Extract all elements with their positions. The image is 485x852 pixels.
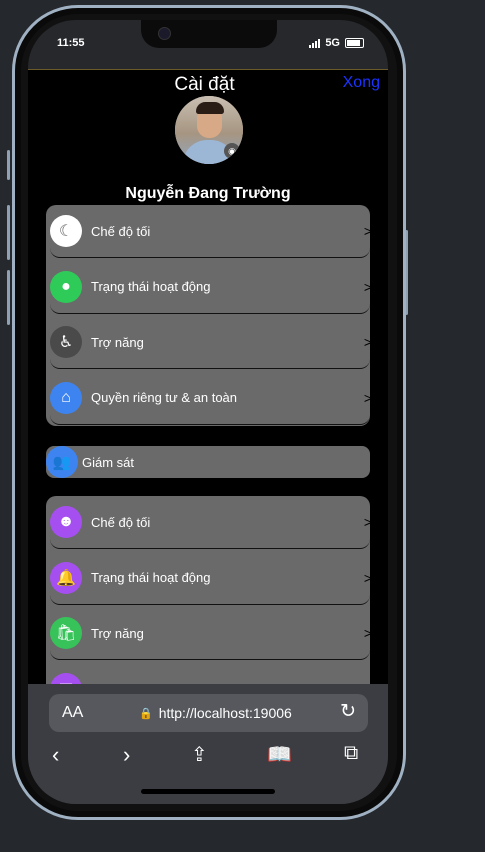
people-icon: 👥 bbox=[46, 446, 78, 478]
settings-item[interactable]: 🛍 Trợ năng > bbox=[50, 607, 372, 660]
tabs-icon[interactable]: ⧉ bbox=[344, 742, 358, 765]
settings-item-label: Chế độ tối bbox=[91, 223, 151, 239]
chevron-right-icon: > bbox=[363, 514, 372, 530]
settings-item[interactable]: ⌂ Quyền riêng tư & an toàn > bbox=[50, 372, 372, 425]
lock-icon: 🔒 bbox=[139, 707, 153, 720]
settings-screen: Cài đặt Xong ◉ Nguyễn Đang Trường ☾ Chế đ… bbox=[28, 69, 388, 685]
avatar[interactable]: ◉ bbox=[175, 96, 243, 164]
settings-item-label: Trợ năng bbox=[91, 625, 144, 641]
shopping-bag-icon: 🛍 bbox=[50, 617, 82, 649]
settings-group-2: ☻ Chế độ tối > 🔔 Trạng thái hoạt động > 🛍 Trợ n… bbox=[46, 496, 372, 685]
settings-item-label: Trợ năng bbox=[91, 334, 144, 350]
settings-item[interactable]: ▣> bbox=[50, 663, 372, 685]
camera-notch bbox=[141, 20, 277, 48]
settings-item[interactable]: ☻ Chế độ tối > bbox=[50, 496, 372, 549]
supervision-item[interactable]: 👥 Giám sát bbox=[46, 446, 370, 478]
status-time: 11:55 bbox=[57, 37, 85, 49]
privacy-home-icon: ⌂ bbox=[50, 381, 82, 414]
page-title: Cài đặt bbox=[174, 74, 235, 95]
smile-icon: ☻ bbox=[50, 506, 82, 538]
url-text: http://localhost:19006 bbox=[158, 705, 292, 721]
settings-item[interactable]: ● Trạng thái hoạt động > bbox=[50, 261, 372, 314]
settings-item-label: Trạng thái hoạt động bbox=[91, 570, 211, 585]
battery-icon bbox=[345, 38, 364, 48]
back-icon[interactable]: ‹ bbox=[52, 742, 59, 768]
settings-item[interactable]: ☾ Chế độ tối > bbox=[50, 205, 372, 258]
settings-item-label: Quyền riêng tư & an toàn bbox=[91, 390, 238, 405]
settings-item-label: Trạng thái hoạt động bbox=[91, 279, 211, 294]
bookmarks-icon[interactable]: 📖 bbox=[267, 742, 292, 767]
profile-name: Nguyễn Đang Trường bbox=[125, 185, 291, 202]
phone-screen: 11:55 5G Cài đặt Xong ◉ Nguyễn Đang Trườ… bbox=[28, 20, 388, 804]
settings-item[interactable]: 🔔 Trạng thái hoạt động > bbox=[50, 552, 372, 605]
settings-item-label: Chế độ tối bbox=[91, 514, 151, 530]
active-status-icon: ● bbox=[50, 270, 82, 303]
home-indicator bbox=[141, 789, 275, 794]
browser-toolbar: AA 🔒 http://localhost:19006 ↻ ‹ › ⇪ 📖 ⧉ bbox=[28, 684, 388, 804]
supervision-label: Giám sát bbox=[82, 454, 135, 470]
reload-icon[interactable]: ↻ bbox=[340, 700, 356, 723]
volume-down-button bbox=[7, 270, 10, 325]
volume-up-button bbox=[7, 205, 10, 260]
address-bar[interactable]: AA 🔒 http://localhost:19006 ↻ bbox=[49, 694, 368, 732]
chevron-right-icon: > bbox=[363, 223, 372, 239]
front-camera-icon bbox=[158, 27, 171, 40]
reader-aa-button[interactable]: AA bbox=[62, 704, 83, 722]
network-label: 5G bbox=[325, 37, 340, 49]
chevron-right-icon: > bbox=[363, 625, 372, 641]
settings-item[interactable]: ♿ Trợ năng > bbox=[50, 316, 372, 369]
forward-icon[interactable]: › bbox=[123, 742, 130, 768]
share-icon[interactable]: ⇪ bbox=[191, 742, 208, 767]
moon-icon: ☾ bbox=[50, 215, 82, 247]
accessibility-icon: ♿ bbox=[50, 326, 82, 358]
chevron-right-icon: > bbox=[363, 569, 372, 586]
bell-icon: 🔔 bbox=[50, 561, 82, 594]
camera-icon[interactable]: ◉ bbox=[224, 143, 240, 159]
silent-switch bbox=[7, 150, 10, 180]
chevron-right-icon: > bbox=[363, 334, 372, 350]
signal-icon bbox=[309, 38, 321, 48]
chevron-right-icon: > bbox=[363, 278, 372, 295]
settings-group-1: ☾ Chế độ tối > ● Trạng thái hoạt động > ♿ Trợ n… bbox=[46, 205, 372, 426]
chevron-right-icon: > bbox=[363, 389, 372, 406]
done-button[interactable]: Xong bbox=[343, 74, 380, 92]
